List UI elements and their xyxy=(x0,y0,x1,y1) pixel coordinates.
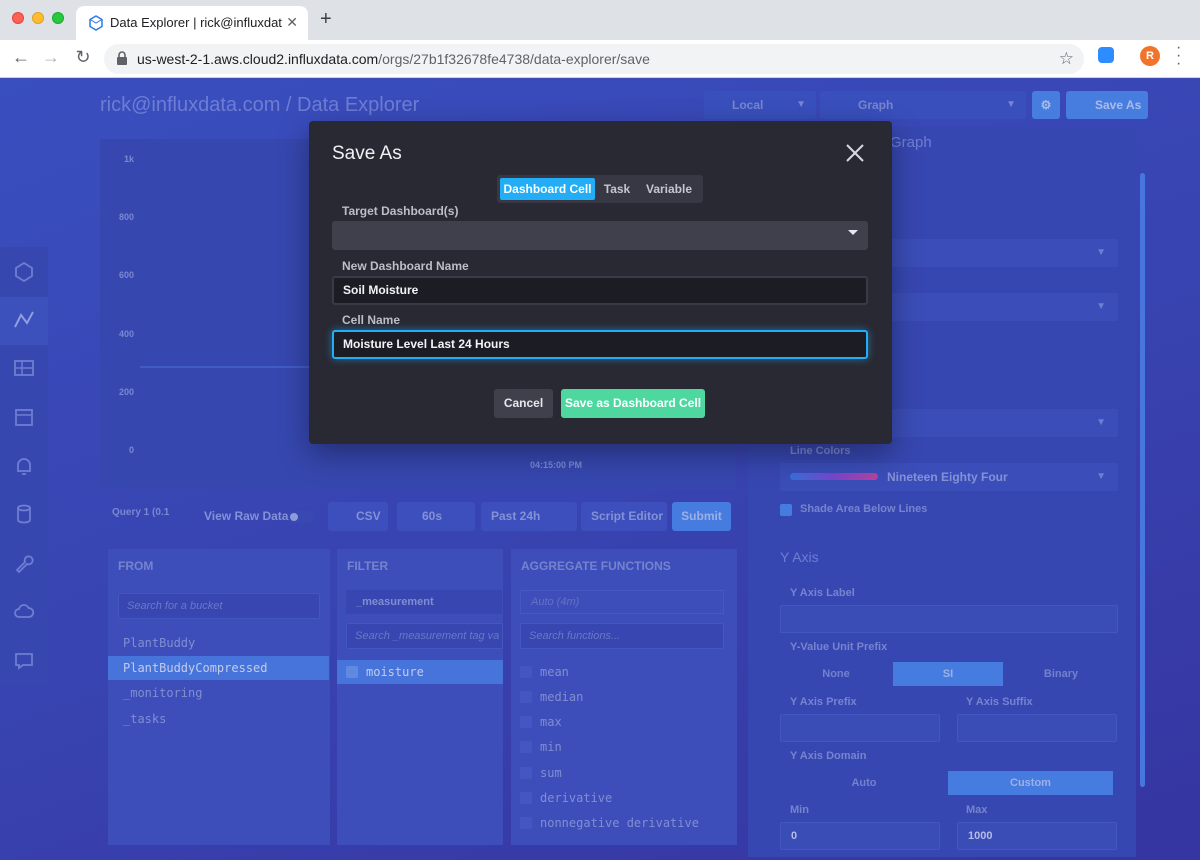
target-dashboard-dropdown[interactable] xyxy=(332,221,868,250)
reload-icon[interactable]: ↻ xyxy=(72,47,94,68)
target-dashboard-label: Target Dashboard(s) xyxy=(342,204,459,218)
url-host: us-west-2-1.aws.cloud2.influxdata.com xyxy=(137,51,379,67)
browser-tab-bar: Data Explorer | rick@influxdata.com ✕ + xyxy=(0,0,1200,40)
url-text: us-west-2-1.aws.cloud2.influxdata.com/or… xyxy=(137,51,650,67)
tab-dashboard-cell[interactable]: Dashboard Cell xyxy=(500,178,595,200)
lock-icon xyxy=(117,51,127,65)
profile-avatar[interactable]: R xyxy=(1140,46,1160,66)
dialog-title: Save As xyxy=(332,143,402,164)
forward-arrow-icon[interactable]: → xyxy=(40,47,62,68)
address-bar[interactable]: us-west-2-1.aws.cloud2.influxdata.com/or… xyxy=(104,44,1084,74)
browser-tab[interactable]: Data Explorer | rick@influxdata.com ✕ xyxy=(76,6,308,40)
zoom-extension-icon[interactable] xyxy=(1098,47,1114,63)
window-close-button[interactable] xyxy=(12,12,24,24)
tab-task[interactable]: Task xyxy=(597,178,637,200)
window-minimize-button[interactable] xyxy=(32,12,44,24)
cancel-button[interactable]: Cancel xyxy=(494,389,553,418)
tab-close-icon[interactable]: ✕ xyxy=(286,14,298,31)
window-zoom-button[interactable] xyxy=(52,12,64,24)
new-dashboard-name-input[interactable]: Soil Moisture xyxy=(332,276,868,305)
bookmark-star-icon[interactable]: ☆ xyxy=(1059,49,1074,69)
back-arrow-icon[interactable]: ← xyxy=(10,47,32,68)
cell-name-input[interactable]: Moisture Level Last 24 Hours xyxy=(332,330,868,359)
save-as-dashboard-cell-button[interactable]: Save as Dashboard Cell xyxy=(561,389,705,418)
tab-variable[interactable]: Variable xyxy=(639,178,699,200)
caret-down-icon xyxy=(848,230,858,235)
browser-menu-icon[interactable]: · · · xyxy=(1176,40,1181,72)
close-icon[interactable] xyxy=(845,143,865,163)
url-path: /orgs/27b1f32678fe4738/data-explorer/sav… xyxy=(378,51,650,67)
save-as-dialog: Save As Dashboard Cell Task Variable Tar… xyxy=(309,121,892,444)
new-tab-icon[interactable]: + xyxy=(320,8,332,31)
new-dashboard-name-label: New Dashboard Name xyxy=(342,259,469,273)
save-type-tabs: Dashboard Cell Task Variable xyxy=(497,175,703,203)
tab-title: Data Explorer | rick@influxdata.com xyxy=(110,15,282,30)
browser-toolbar: ← → ↻ us-west-2-1.aws.cloud2.influxdata.… xyxy=(0,40,1200,78)
cell-name-label: Cell Name xyxy=(342,313,401,327)
influxdb-favicon-icon xyxy=(89,15,103,31)
